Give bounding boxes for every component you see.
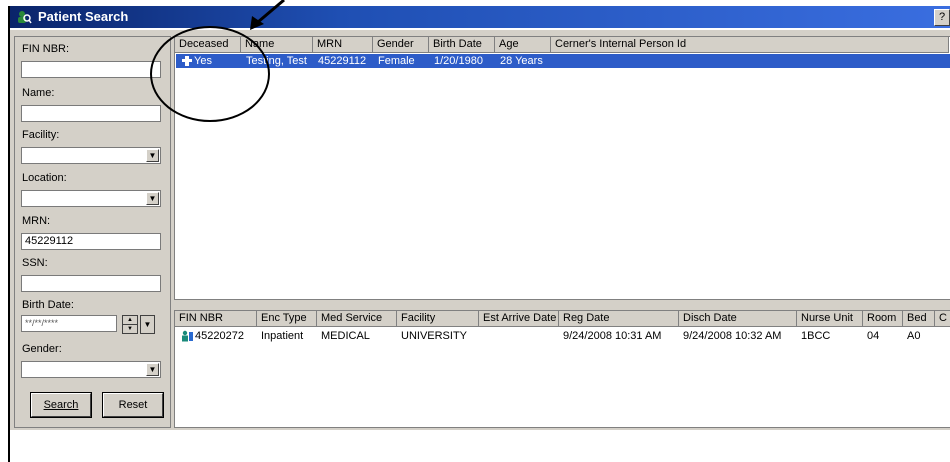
birth-date-spinner[interactable]: ▲ ▼ xyxy=(122,315,138,334)
cell-room: 04 xyxy=(867,330,880,342)
chevron-down-icon[interactable]: ▼ xyxy=(146,149,159,162)
title-bar: Patient Search ? xyxy=(10,6,950,28)
cell-bed: A0 xyxy=(907,330,921,342)
cell-reg-date: 9/24/2008 10:31 AM xyxy=(563,330,662,342)
column-header-room[interactable]: Room xyxy=(863,311,903,327)
cell-birth-date: 1/20/1980 xyxy=(434,55,483,67)
column-header-gender[interactable]: Gender xyxy=(373,37,429,53)
column-header-mrn[interactable]: MRN xyxy=(313,37,373,53)
column-header-age[interactable]: Age xyxy=(495,37,551,53)
window-bottom-area xyxy=(10,430,950,462)
column-header-disch-date[interactable]: Disch Date xyxy=(679,311,797,327)
name-input[interactable] xyxy=(21,105,161,122)
column-header-c[interactable]: C xyxy=(935,311,950,327)
column-header-fin-nbr[interactable]: FIN NBR xyxy=(175,311,257,327)
ssn-label: SSN: xyxy=(22,257,48,269)
column-header-bed[interactable]: Bed xyxy=(903,311,935,327)
cell-mrn: 45229112 xyxy=(318,55,367,67)
help-button[interactable]: ? xyxy=(934,9,950,26)
window-title: Patient Search xyxy=(38,9,129,24)
calendar-dropdown-icon[interactable]: ▼ xyxy=(140,315,155,334)
cell-est-arrive-date xyxy=(479,329,559,343)
column-header-reg-date[interactable]: Reg Date xyxy=(559,311,679,327)
search-button[interactable]: Search xyxy=(30,392,92,418)
chevron-down-icon[interactable]: ▼ xyxy=(146,363,159,376)
encounter-results-grid: FIN NBR Enc Type Med Service Facility Es… xyxy=(174,310,950,428)
cell-facility: UNIVERSITY xyxy=(401,330,468,342)
spin-down-icon[interactable]: ▼ xyxy=(123,325,137,333)
column-header-nurse-unit[interactable]: Nurse Unit xyxy=(797,311,863,327)
facility-select[interactable]: ▼ xyxy=(21,147,161,164)
reset-button[interactable]: Reset xyxy=(102,392,164,418)
client-area: FIN NBR: Name: Facility: ▼ Location: ▼ M… xyxy=(10,30,950,430)
column-header-med-service[interactable]: Med Service xyxy=(317,311,397,327)
birth-date-input[interactable]: **/**/**** xyxy=(21,315,117,332)
ssn-input[interactable] xyxy=(21,275,161,292)
mrn-label: MRN: xyxy=(22,215,51,227)
cell-gender: Female xyxy=(378,55,415,67)
cell-enc-type: Inpatient xyxy=(261,330,304,342)
column-header-birth-date[interactable]: Birth Date xyxy=(429,37,495,53)
location-select[interactable]: ▼ xyxy=(21,190,161,207)
person-results-grid: Deceased Name MRN Gender Birth Date Age … xyxy=(174,36,950,300)
chevron-down-icon[interactable]: ▼ xyxy=(146,192,159,205)
annotation-circle xyxy=(150,26,270,122)
cell-nurse-unit: 1BCC xyxy=(801,330,831,342)
cell-fin-nbr: 45220272 xyxy=(195,330,244,342)
facility-label: Facility: xyxy=(22,129,60,141)
gender-label: Gender: xyxy=(22,343,62,355)
name-label: Name: xyxy=(22,87,55,99)
cell-person-id xyxy=(552,54,950,68)
table-row[interactable]: 45220272 Inpatient MEDICAL UNIVERSITY 9/… xyxy=(175,329,950,345)
spin-up-icon[interactable]: ▲ xyxy=(123,316,137,325)
table-row[interactable]: Yes Testing, Test 45229112 Female 1/20/1… xyxy=(176,54,950,68)
mrn-input[interactable]: 45229112 xyxy=(21,233,161,250)
patient-search-icon xyxy=(18,11,32,24)
fin-label: FIN NBR: xyxy=(22,43,70,55)
fin-input[interactable] xyxy=(21,61,161,78)
cell-disch-date: 9/24/2008 10:32 AM xyxy=(683,330,782,342)
column-header-est-arrive-date[interactable]: Est Arrive Date xyxy=(479,311,559,327)
column-header-person-id[interactable]: Cerner's Internal Person Id xyxy=(551,37,949,53)
search-criteria-panel: FIN NBR: Name: Facility: ▼ Location: ▼ M… xyxy=(14,36,171,428)
cell-age: 28 Years xyxy=(500,55,543,67)
column-header-enc-type[interactable]: Enc Type xyxy=(257,311,317,327)
gender-select[interactable]: ▼ xyxy=(21,361,161,378)
birth-date-label: Birth Date: xyxy=(22,299,74,311)
location-label: Location: xyxy=(22,172,67,184)
cell-med-service: MEDICAL xyxy=(321,330,370,342)
column-header-facility[interactable]: Facility xyxy=(397,311,479,327)
